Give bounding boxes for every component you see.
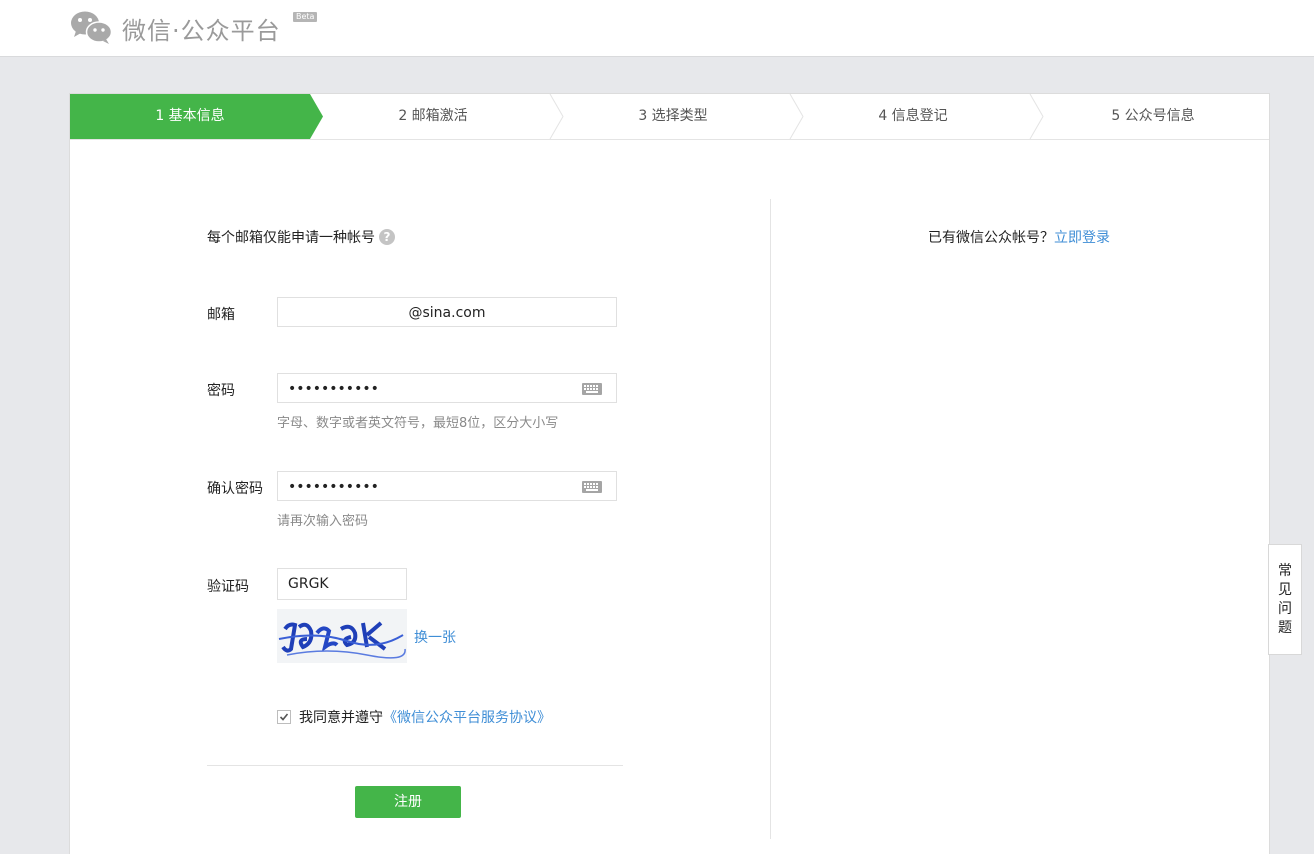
step-basic-info: 1 基本信息 (155, 108, 225, 124)
agreement-row: 我同意并遵守 《微信公众平台服务协议》 (277, 707, 551, 727)
confirm-password-field[interactable]: ••••••••••• (277, 471, 617, 501)
email-label: 邮箱 (207, 307, 235, 323)
check-icon (279, 713, 289, 721)
agree-text: 我同意并遵守 (299, 710, 383, 726)
confirm-password-hint: 请再次输入密码 (277, 514, 369, 529)
notice-text: 每个邮箱仅能申请一种帐号 ? (207, 227, 395, 247)
step-select-type: 3 选择类型 (638, 108, 708, 124)
wechat-logo[interactable]: 微信·公众平台 (70, 10, 281, 46)
agree-checkbox[interactable] (277, 710, 291, 724)
wechat-icon (70, 10, 114, 46)
registration-card: 1 基本信息 2 邮箱激活 3 选择类型 4 信息登记 5 公众号信息 每个邮箱… (69, 93, 1270, 854)
faq-label: 常见问题 (1278, 562, 1292, 636)
step-account-info: 5 公众号信息 (1111, 108, 1195, 124)
password-label: 密码 (207, 383, 235, 399)
step-info-registration: 4 信息登记 (878, 108, 948, 124)
register-button[interactable]: 注册 (355, 786, 461, 818)
password-value: ••••••••••• (288, 381, 379, 397)
confirm-password-label: 确认密码 (207, 481, 263, 497)
email-value: @sina.com (408, 305, 486, 321)
login-tip: 已有微信公众帐号？立即登录 (928, 227, 1110, 247)
top-bar: 微信·公众平台 Beta (0, 0, 1314, 57)
brand-name: 微信·公众平台 (122, 16, 281, 45)
step-email-activation: 2 邮箱激活 (398, 108, 468, 124)
captcha-input[interactable]: GRGK (277, 568, 407, 600)
email-field[interactable]: @sina.com (277, 297, 617, 327)
faq-button[interactable]: 常见问题 (1268, 544, 1302, 655)
progress-steps: 1 基本信息 2 邮箱激活 3 选择类型 4 信息登记 5 公众号信息 (70, 94, 1269, 140)
captcha-label: 验证码 (207, 579, 249, 595)
password-field[interactable]: ••••••••••• (277, 373, 617, 403)
notice-label: 每个邮箱仅能申请一种帐号 (207, 230, 375, 246)
refresh-captcha-link[interactable]: 换一张 (414, 627, 456, 647)
keyboard-icon[interactable] (582, 481, 602, 493)
captcha-image (277, 609, 407, 663)
column-divider (770, 199, 771, 839)
beta-badge: Beta (293, 12, 318, 22)
password-hint: 字母、数字或者英文符号，最短8位，区分大小写 (277, 416, 559, 431)
confirm-password-value: ••••••••••• (288, 479, 379, 495)
keyboard-icon[interactable] (582, 383, 602, 395)
login-prompt: 已有微信公众帐号？ (928, 230, 1054, 246)
form-separator (207, 765, 623, 766)
help-icon[interactable]: ? (379, 229, 395, 245)
login-link[interactable]: 立即登录 (1054, 230, 1110, 246)
agreement-link[interactable]: 《微信公众平台服务协议》 (383, 707, 551, 727)
